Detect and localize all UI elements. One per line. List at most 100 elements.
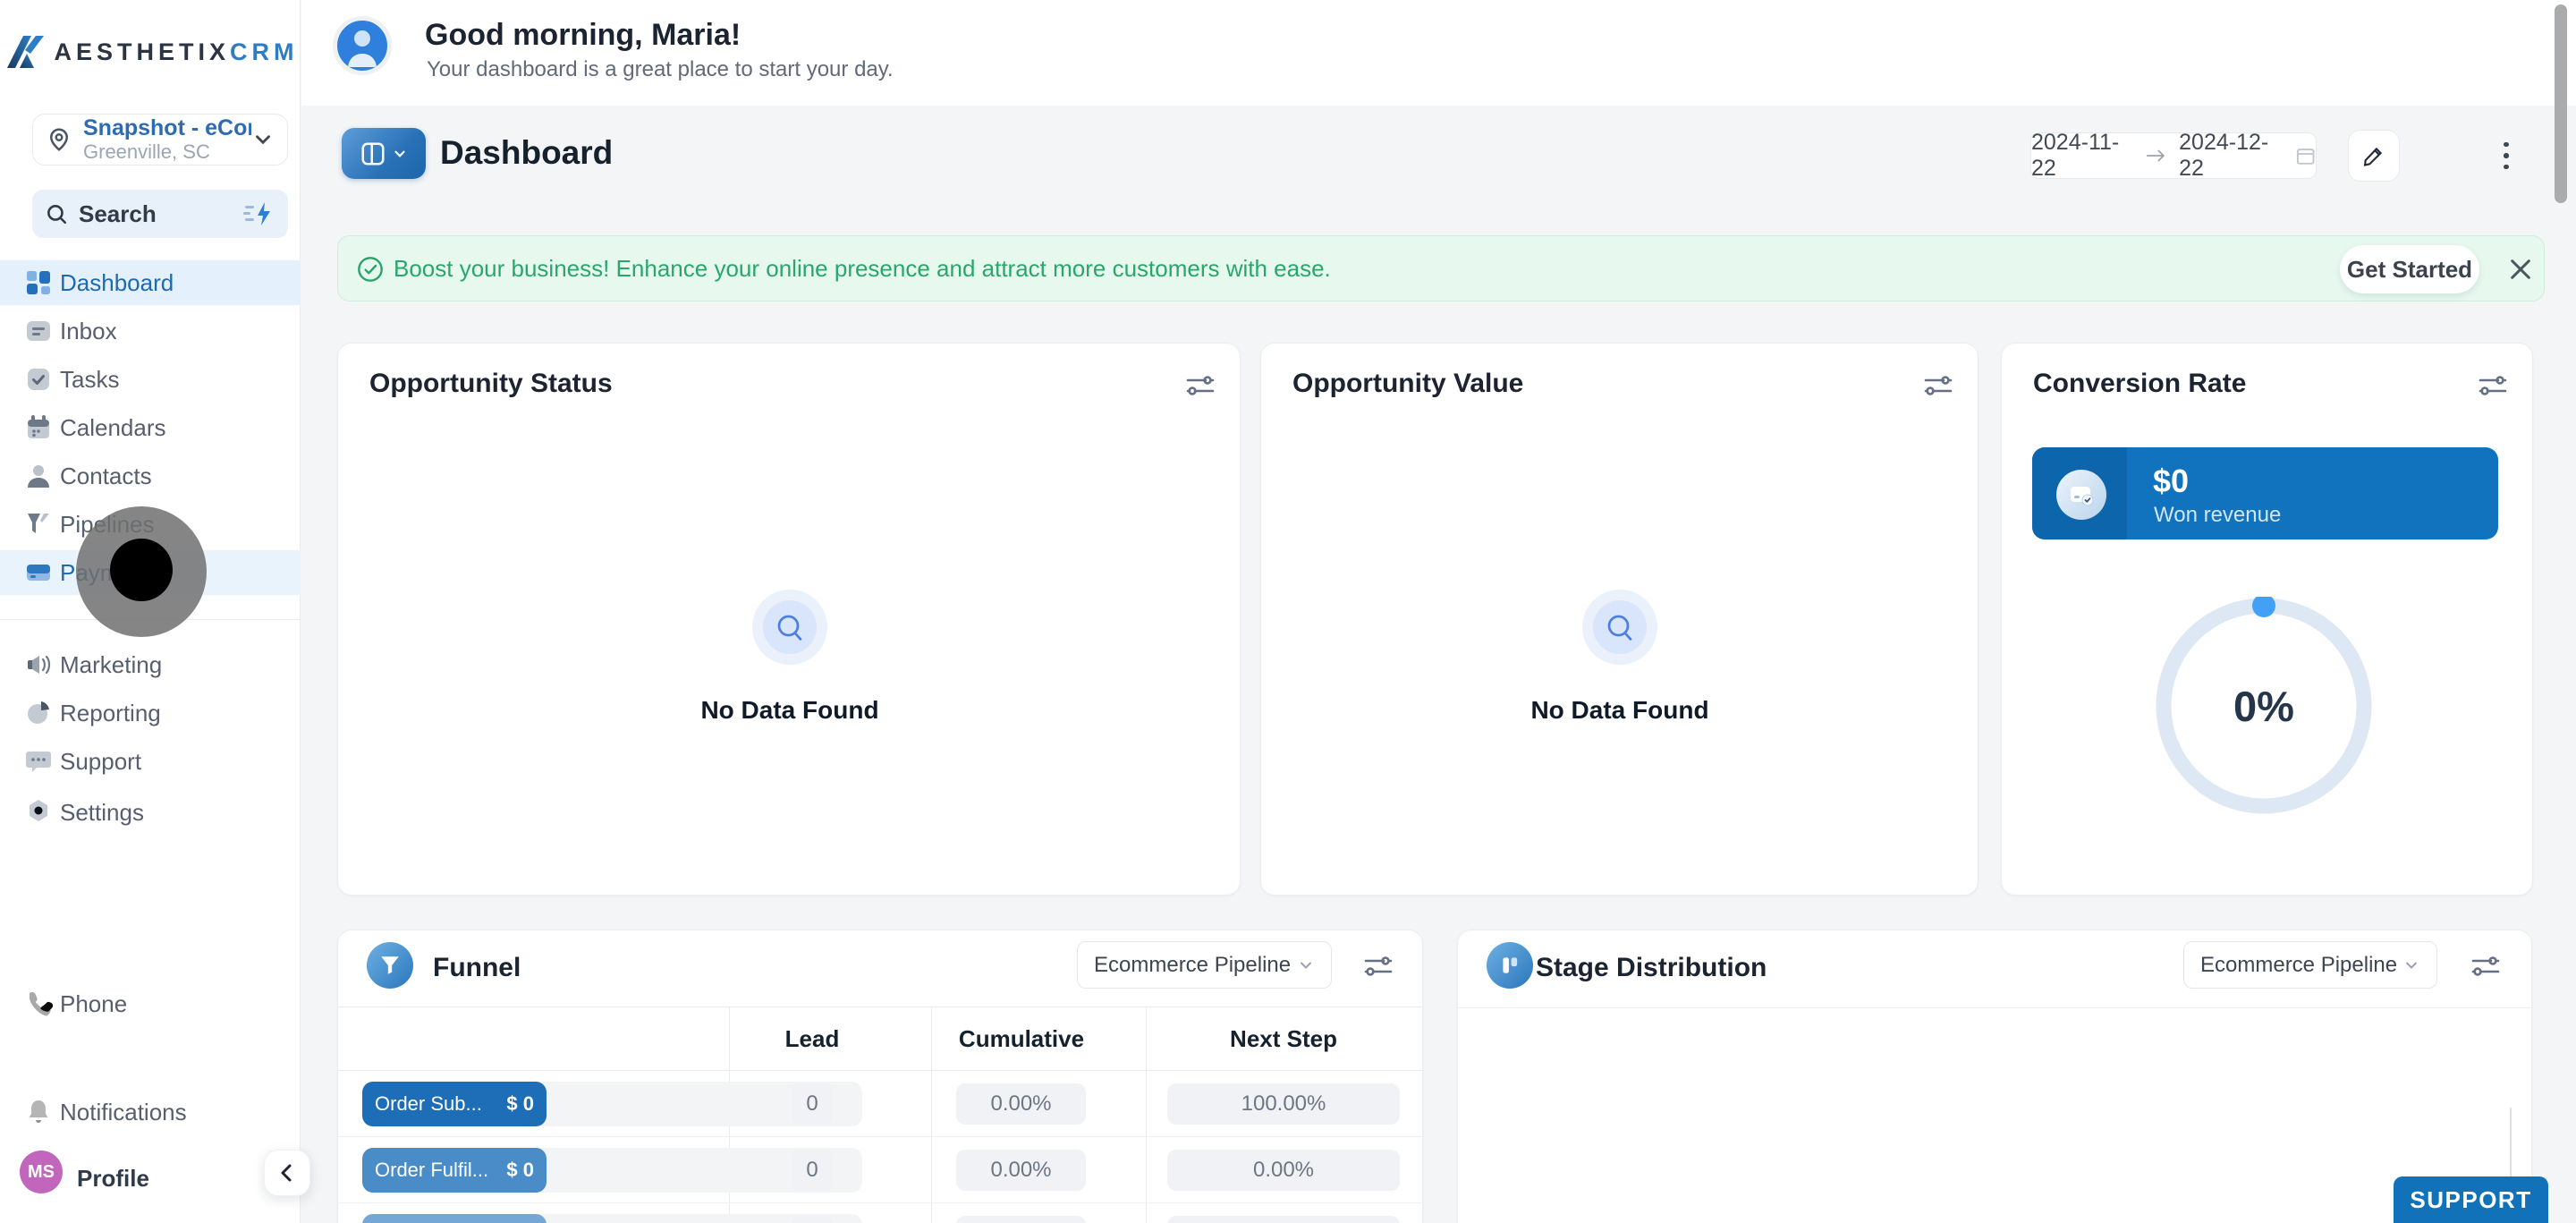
opportunity-status-card: Opportunity Status No Data Found [337,343,1241,896]
column-header-next-step: Next Step [1230,1025,1337,1053]
column-header-cumulative: Cumulative [959,1025,1084,1053]
sidebar-item-phone[interactable]: Phone [0,981,301,1026]
chevron-down-icon [251,128,275,151]
banner-message: Boost your business! Enhance your online… [394,255,1331,283]
sidebar-item-notifications[interactable]: Notifications [0,1090,301,1134]
calendar-icon [2295,144,2316,167]
card-title: Opportunity Status [369,369,613,399]
widget-settings-icon[interactable] [1364,953,1393,980]
credit-card-icon [23,557,54,588]
funnel-pipeline-select[interactable]: Ecommerce Pipeline [1077,941,1332,989]
location-selector[interactable]: Snapshot - eCom... Greenville, SC [32,114,288,166]
close-icon[interactable] [2506,255,2535,284]
calendar-icon [23,412,54,443]
sidebar-item-inbox[interactable]: Inbox [0,309,301,353]
won-revenue-banner: $0 Won revenue [2032,447,2498,539]
get-started-button[interactable]: Get Started [2340,245,2479,293]
funnel-row[interactable] [338,1203,1424,1223]
sidebar-item-calendars[interactable]: Calendars [0,405,301,450]
sidebar-collapse-button[interactable] [264,1150,310,1196]
sidebar: AESTHETIXCRM Snapshot - eCom... Greenvil… [0,0,301,1223]
sidebar-item-marketing[interactable]: Marketing [0,642,301,687]
brand-logo-icon [2,32,45,72]
support-button[interactable]: SUPPORT [2394,1176,2548,1223]
funnel-widget-icon [367,942,413,989]
arrow-right-icon [2146,147,2166,165]
sidebar-item-reporting[interactable]: Reporting [0,691,301,735]
widget-settings-icon[interactable] [2471,953,2500,980]
sidebar-item-payments[interactable]: Payments [0,550,301,595]
sidebar-item-dashboard[interactable]: Dashboard [0,260,301,305]
chevron-left-icon [276,1162,298,1184]
widget-settings-icon[interactable] [1924,372,1953,399]
tasks-icon [23,364,54,395]
empty-state-text: No Data Found [1530,696,1708,725]
app-window: AESTHETIXCRM Snapshot - eCom... Greenvil… [0,0,2576,1223]
card-title: Opportunity Value [1292,369,1523,399]
funnel-icon [23,509,54,539]
stage-pipeline-select[interactable]: Ecommerce Pipeline [2183,941,2437,989]
funnel-row[interactable]: Order Sub... $ 0 0 0.00% 100.00% [338,1071,1424,1137]
search-placeholder: Search [79,200,243,228]
edit-dashboard-button[interactable] [2348,130,2400,182]
stage-distribution-card: Stage Distribution Ecommerce Pipeline [1457,930,2532,1223]
dashboard-layout-button[interactable] [342,128,426,179]
pie-chart-icon [23,698,54,728]
widget-settings-icon[interactable] [2479,372,2507,399]
page-title: Dashboard [440,134,613,172]
cumulative-value: 0.00% [956,1150,1086,1191]
chevron-down-icon [1297,956,1315,974]
sidebar-item-contacts[interactable]: Contacts [0,454,301,498]
chevron-down-icon [392,146,408,162]
next-step-value: 0.00% [1167,1150,1400,1191]
chevron-down-icon [2402,956,2420,974]
brand-name: AESTHETIXCRM [54,38,298,66]
won-revenue-label: Won revenue [2154,503,2281,528]
inbox-icon [23,316,54,346]
gear-icon [23,797,54,828]
megaphone-icon [23,650,54,680]
funnel-row[interactable]: Order Fulfil... $ 0 0 0.00% 0.00% [338,1137,1424,1203]
date-range-picker[interactable]: 2024-11-22 2024-12-22 [2030,132,2317,179]
sidebar-item-profile[interactable]: MS Profile [0,1156,301,1201]
more-options-button[interactable] [2496,133,2517,178]
sidebar-item-support[interactable]: Support [0,739,301,784]
search-icon [45,202,68,225]
location-title: Snapshot - eCom... [83,116,251,141]
pencil-icon [2361,143,2386,168]
next-step-value: 100.00% [1167,1083,1400,1125]
sidebar-item-settings[interactable]: Settings [0,790,301,835]
phone-icon [23,989,54,1019]
search-input[interactable]: Search [32,190,288,238]
search-icon [1604,611,1636,643]
wallet-icon [2056,470,2106,520]
location-subtitle: Greenville, SC [83,140,251,163]
empty-state-badge [1582,590,1657,665]
contacts-icon [23,461,54,491]
header-divider [1458,1007,2533,1008]
bell-icon [23,1097,54,1127]
stage-pill: Order Sub... $ 0 [362,1082,547,1126]
conversion-rate-card: Conversion Rate $0 Won revenue [2001,343,2533,896]
map-pin-icon [46,126,72,153]
lead-value: 0 [792,1083,833,1125]
empty-state-text: No Data Found [700,696,878,725]
widget-settings-icon[interactable] [1186,372,1215,399]
column-header-lead: Lead [785,1025,840,1053]
card-title: Conversion Rate [2033,369,2246,399]
sidebar-item-tasks[interactable]: Tasks [0,357,301,402]
greeting-title: Good morning, Maria! [425,18,741,53]
date-end: 2024-12-22 [2179,130,2282,182]
funnel-title: Funnel [433,953,521,983]
user-avatar[interactable] [333,16,392,75]
funnel-card: Funnel Ecommerce Pipeline Lead Cumulativ… [337,930,1423,1223]
next-step-value [1167,1216,1400,1223]
layout-icon [360,140,386,167]
lead-value [792,1216,833,1223]
brand-logo: AESTHETIXCRM [0,32,301,72]
scrollbar-thumb[interactable] [2555,4,2567,203]
conversion-gauge: 0% [2155,597,2373,815]
sidebar-item-pipelines[interactable]: Pipelines [0,502,301,547]
bar-chart-widget-icon [1487,942,1533,989]
sidebar-divider [0,619,301,620]
